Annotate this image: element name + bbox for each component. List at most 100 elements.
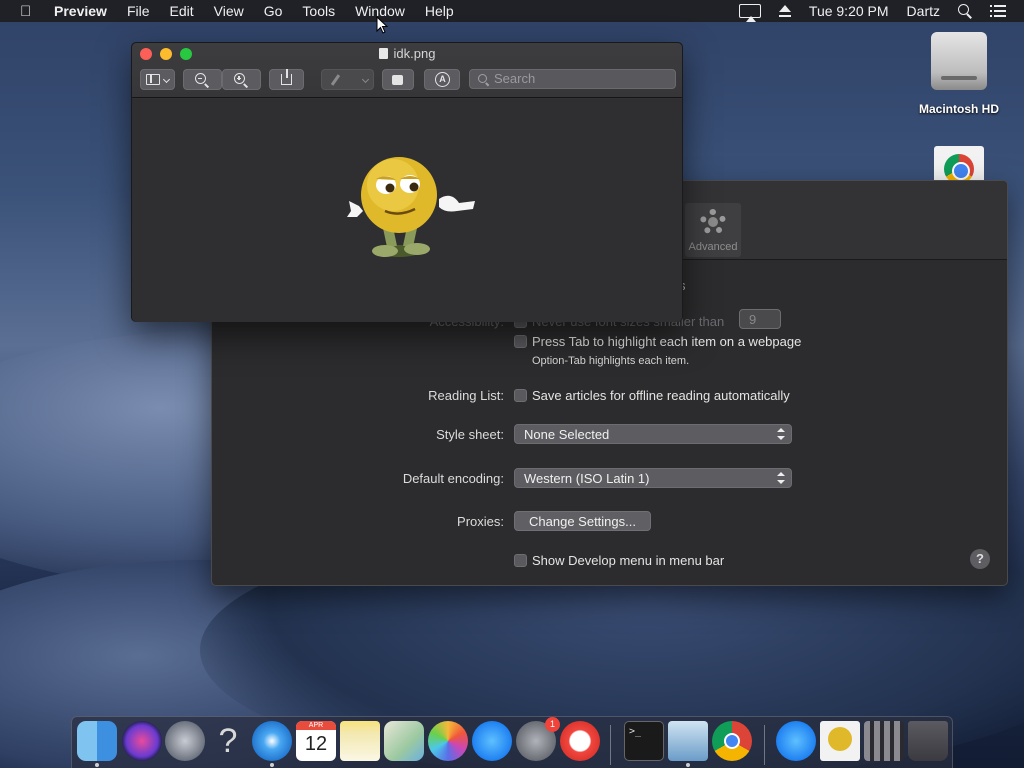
zoom-out-button[interactable] (183, 69, 222, 90)
markup-icon: A (435, 72, 450, 87)
app-menu[interactable]: Preview (54, 3, 107, 19)
chrome-center (724, 733, 740, 749)
menu-edit[interactable]: Edit (170, 3, 194, 19)
mouse-cursor-icon (376, 16, 389, 34)
develop-menu-label: Show Develop menu in menu bar (532, 553, 725, 568)
system-preferences-dock-icon[interactable]: 1 (516, 717, 560, 761)
macintosh-hd-desktop-icon[interactable]: Macintosh HD (916, 32, 1002, 116)
font-size-select[interactable]: 9 (739, 309, 781, 329)
user-menu[interactable]: Dartz (907, 3, 940, 19)
image-file-dock-icon[interactable] (820, 721, 860, 761)
sidebar-icon (146, 74, 160, 85)
zoom-in-button[interactable] (222, 69, 261, 90)
gear-icon (700, 209, 726, 235)
press-tab-label: Press Tab to highlight each item on a we… (532, 334, 802, 349)
eject-icon[interactable] (778, 5, 791, 17)
menu-tools[interactable]: Tools (302, 3, 335, 19)
preview-window: idk.png A Search (131, 42, 683, 322)
document-icon (378, 48, 388, 59)
font-size-value: 9 (749, 312, 757, 327)
menu-go[interactable]: Go (264, 3, 283, 19)
tab-advanced[interactable]: Advanced (685, 203, 741, 257)
popup-arrows-icon (777, 472, 785, 484)
sidebar-view-button[interactable] (140, 69, 175, 90)
terminal-dock-icon[interactable]: >_ (624, 721, 664, 761)
downloads-stack-dock-icon[interactable] (776, 721, 816, 761)
chevron-down-icon (361, 75, 370, 84)
press-tab-checkbox[interactable] (514, 335, 527, 348)
siri-dock-icon[interactable] (122, 721, 162, 761)
smiley-image (347, 157, 475, 257)
encoding-select[interactable]: Western (ISO Latin 1) (514, 468, 792, 488)
rotate-icon (392, 75, 403, 85)
develop-menu-checkbox[interactable] (514, 554, 527, 567)
calendar-month: APR (296, 721, 336, 730)
smiley-thumbnail (828, 727, 852, 751)
option-tab-note: Option-Tab highlights each item. (532, 355, 690, 367)
reading-list-checkbox[interactable] (514, 389, 527, 402)
change-settings-button[interactable]: Change Settings... (514, 511, 651, 531)
highlight-button[interactable] (321, 69, 374, 90)
style-sheet-value: None Selected (524, 427, 610, 442)
launchpad-dock-icon[interactable] (165, 721, 205, 761)
help-button[interactable]: ? (970, 549, 990, 569)
chrome-dock-icon[interactable] (712, 721, 752, 761)
press-tab-row: Press Tab to highlight each item on a we… (514, 334, 801, 349)
markup-button[interactable]: A (424, 69, 460, 90)
dock-separator (610, 725, 611, 765)
calendar-dock-icon[interactable]: APR 12 (296, 721, 336, 761)
applications-stack-dock-icon[interactable] (864, 721, 904, 761)
photos-dock-icon[interactable] (428, 721, 468, 761)
running-indicator (270, 763, 274, 767)
reading-list-row: Save articles for offline reading automa… (514, 388, 790, 403)
dock-separator (764, 725, 765, 765)
news-dock-icon[interactable] (560, 721, 600, 761)
chevron-down-icon (162, 75, 171, 84)
apple-menu-icon[interactable]:  (20, 3, 38, 20)
search-placeholder: Search (494, 71, 536, 86)
notification-center-icon[interactable] (990, 5, 1006, 17)
encoding-label: Default encoding: (402, 471, 504, 486)
maps-dock-icon[interactable] (384, 721, 424, 761)
chrome-desktop-icon[interactable] (934, 146, 984, 182)
search-icon (478, 74, 487, 83)
hard-drive-icon (931, 32, 987, 90)
dock: ? APR 12 1 >_ (71, 716, 953, 768)
trash-dock-icon[interactable] (908, 721, 948, 761)
zoom-in-icon (234, 73, 245, 84)
reading-list-label: Reading List: (428, 388, 504, 403)
popup-arrows-icon (777, 428, 785, 440)
running-indicator (95, 763, 99, 767)
rotate-button[interactable] (382, 69, 414, 90)
develop-menu-row: Show Develop menu in menu bar (514, 553, 724, 568)
clock[interactable]: Tue 9:20 PM (809, 3, 889, 19)
menu-bar:  Preview File Edit View Go Tools Window… (0, 0, 1024, 22)
window-title-text: idk.png (393, 46, 436, 61)
notification-badge: 1 (545, 717, 560, 732)
calendar-day: 12 (304, 733, 328, 755)
app-store-dock-icon[interactable] (472, 721, 512, 761)
spotlight-search-icon[interactable] (958, 4, 972, 18)
zoom-out-icon (195, 73, 206, 84)
tab-advanced-label: Advanced (688, 241, 738, 253)
status-area: Tue 9:20 PM Dartz (738, 0, 1024, 22)
menu-view[interactable]: View (214, 3, 244, 19)
menu-help[interactable]: Help (425, 3, 454, 19)
pen-icon (330, 74, 341, 86)
search-input[interactable]: Search (469, 69, 676, 89)
airplay-icon[interactable] (738, 4, 761, 22)
preview-dock-icon[interactable] (668, 721, 708, 761)
share-icon (281, 69, 292, 85)
menu-file[interactable]: File (127, 3, 150, 19)
chrome-icon (944, 154, 974, 182)
share-button[interactable] (269, 69, 304, 90)
proxies-label: Proxies: (457, 514, 504, 529)
style-sheet-select[interactable]: None Selected (514, 424, 792, 444)
notes-dock-icon[interactable] (340, 721, 380, 761)
macintosh-hd-label: Macintosh HD (918, 102, 999, 116)
reading-list-option: Save articles for offline reading automa… (532, 388, 790, 403)
help-dock-icon[interactable]: ? (208, 721, 248, 761)
running-indicator (686, 763, 690, 767)
finder-dock-icon[interactable] (77, 721, 117, 761)
safari-dock-icon[interactable] (252, 721, 292, 761)
